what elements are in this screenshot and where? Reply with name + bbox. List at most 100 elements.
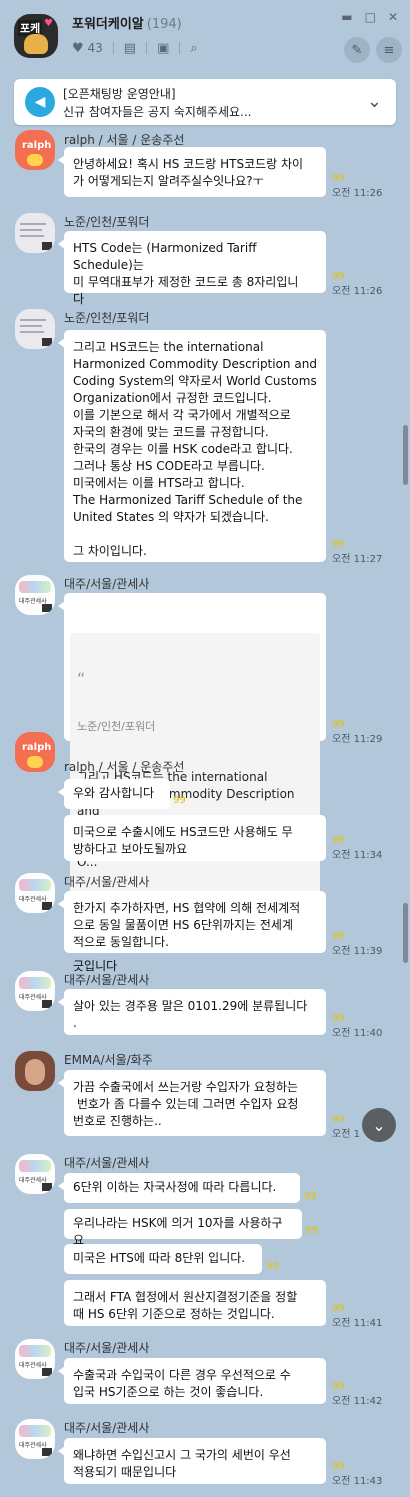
message-time: 오전 11:26 — [332, 188, 383, 199]
window-controls: ▬ □ ✕ — [341, 10, 398, 24]
message-bubble[interactable]: 미국으로 수출시에도 HS코드만 사용해도 무 방하다고 보아도될까요 — [64, 815, 326, 861]
message-bubble[interactable]: HTS Code는 (Harmonized Tariff Schedule)는 … — [58, 231, 326, 306]
message-bubble[interactable]: 미국은 HTS에 따라 8단위 입니다. — [64, 1244, 262, 1274]
notice-text: 신규 참여자들은 공지 숙지해주세요... — [63, 105, 252, 119]
menu-button[interactable]: ≡ — [376, 37, 402, 63]
message-meta: 99 오전 11:41 — [332, 1303, 382, 1329]
search-icon[interactable]: ⌕ — [190, 42, 197, 55]
message-bubble[interactable]: 왜냐하면 수입신고시 그 국가의 세번이 우선 적용되기 때문입니다 — [58, 1438, 326, 1484]
message-bubble[interactable]: 그리고 HS코드는 the international Harmonized C… — [58, 330, 326, 562]
reply-icon[interactable]: 99 — [332, 1461, 382, 1472]
reply-icon[interactable]: 99 — [332, 931, 382, 942]
message-meta: 99 오전 11:42 — [332, 1381, 382, 1407]
reply-icon[interactable]: 99 — [304, 1191, 317, 1202]
sender-name: 대주/서울/관세사 — [64, 1421, 150, 1435]
heart-icon: ♥ — [72, 41, 84, 56]
message-meta: 99 오전 1 — [332, 1114, 360, 1140]
message-time: 오전 11:27 — [332, 554, 383, 565]
message-bubble[interactable]: 안녕하세요! 혹시 HS 코드랑 HTS코드랑 차이 가 어떻게되는지 알려주실… — [58, 147, 326, 197]
reply-icon[interactable]: 99 — [332, 1114, 360, 1125]
message-bubble[interactable]: “ 노준/인천/포워더 그리고 HS코드는 the international … — [58, 593, 326, 973]
avatar[interactable]: 대주관세사 — [15, 1154, 55, 1194]
sender-name: ralph / 서울 / 운송주선 — [64, 760, 185, 774]
room-name: 포워더케이알 — [72, 17, 144, 32]
sender-name: 대주/서울/관세사 — [64, 973, 150, 987]
message-time: 오전 1 — [332, 1129, 360, 1140]
message-time: 오전 11:42 — [332, 1396, 383, 1407]
reply-icon[interactable]: 99 — [332, 271, 382, 282]
message-bubble[interactable]: 6단위 이하는 자국사정에 따라 다릅니다. — [58, 1173, 300, 1203]
message-meta: 99 오전 11:26 — [332, 271, 382, 297]
message-meta: 99 — [266, 1261, 279, 1272]
reply-icon[interactable]: 99 — [332, 173, 382, 184]
avatar[interactable]: 대주관세사 — [15, 1419, 55, 1459]
avatar[interactable] — [15, 309, 55, 349]
reply-icon[interactable]: 99 — [332, 835, 382, 846]
message-meta: 99 오전 11:39 — [332, 931, 382, 957]
message-time: 오전 11:41 — [332, 1318, 383, 1329]
message-time: 오전 11:26 — [332, 286, 383, 297]
maximize-icon[interactable]: □ — [365, 10, 376, 24]
message-meta: 99 — [173, 795, 186, 806]
message-bubble[interactable]: 수출국과 수입국이 다른 경우 우선적으로 수 입국 HS기준으로 하는 것이 … — [58, 1358, 326, 1404]
sender-name: 노준/인천/포워더 — [64, 311, 150, 325]
notification-off-button[interactable]: ✎ — [344, 37, 370, 63]
quote-icon: “ — [77, 669, 86, 688]
notice-banner[interactable]: ◀ [오픈채팅방 운영안내] 신규 참여자들은 공지 숙지해주세요... ⌄ — [14, 79, 396, 125]
chat-header: 포케 ♥ 포워더케이알 (194) ♥ 43 ▤ ▣ ⌕ ▬ □ ✕ ✎ ≡ — [0, 0, 410, 70]
scrollbar-thumb[interactable] — [403, 425, 408, 485]
message-time: 오전 11:40 — [332, 1028, 383, 1039]
message-meta: 99 오전 11:26 — [332, 173, 382, 199]
toolbar-divider — [112, 42, 114, 54]
reply-icon[interactable]: 99 — [305, 1225, 318, 1236]
avatar[interactable] — [15, 213, 55, 253]
reply-icon[interactable]: 99 — [332, 719, 382, 730]
sender-name: 대주/서울/관세사 — [64, 875, 150, 889]
heart-decoration-icon: ♥ — [44, 18, 53, 29]
minimize-icon[interactable]: ▬ — [341, 10, 352, 24]
avatar[interactable]: ralph — [15, 130, 55, 170]
chevron-down-icon[interactable]: ⌄ — [367, 91, 382, 112]
message-bubble[interactable]: 살아 있는 경주용 말은 0101.29에 분류됩니다 . — [58, 989, 326, 1035]
sender-name: 대주/서울/관세사 — [64, 1156, 150, 1170]
message-meta: 99 — [305, 1225, 318, 1236]
avatar[interactable]: 대주관세사 — [15, 873, 55, 913]
message-bubble[interactable]: 우와 감사합니다 — [58, 779, 170, 809]
bell-off-icon: ✎ — [351, 42, 363, 58]
reply-icon[interactable]: 99 — [266, 1261, 279, 1272]
quote-author: 노준/인천/포워더 — [77, 720, 156, 733]
reply-icon[interactable]: 99 — [332, 539, 382, 550]
close-icon[interactable]: ✕ — [388, 10, 398, 24]
reply-icon[interactable]: 99 — [332, 1013, 382, 1024]
reply-icon[interactable]: 99 — [173, 795, 186, 806]
room-avatar[interactable]: 포케 ♥ — [14, 14, 58, 58]
message-time: 오전 11:34 — [332, 850, 383, 861]
avatar[interactable]: ralph — [15, 732, 55, 772]
message-bubble[interactable]: 그래서 FTA 협정에서 원산지결정기준을 정할 때 HS 6단위 기준으로 정… — [64, 1280, 326, 1326]
album-icon[interactable]: ▣ — [157, 42, 169, 55]
scroll-down-icon[interactable]: ⌄ — [362, 1108, 396, 1142]
message-meta: 99 오전 11:40 — [332, 1013, 382, 1039]
reply-icon[interactable]: 99 — [332, 1303, 382, 1314]
message-time: 오전 11:43 — [332, 1476, 383, 1487]
member-count: (194) — [146, 17, 182, 32]
notes-icon[interactable]: ▤ — [124, 42, 136, 55]
message-meta: 99 오전 11:43 — [332, 1461, 382, 1487]
sender-name: 대주/서울/관세사 — [64, 1341, 150, 1355]
avatar[interactable]: 대주관세사 — [15, 971, 55, 1011]
scrollbar-thumb[interactable] — [403, 903, 408, 963]
like-button[interactable]: ♥ 43 — [72, 41, 103, 55]
notice-title: [오픈채팅방 운영안내] — [63, 87, 176, 101]
sender-name: 대주/서울/관세사 — [64, 577, 150, 591]
message-bubble[interactable]: 우리나라는 HSK에 의거 10자를 사용하구요 — [64, 1209, 302, 1247]
avatar[interactable] — [15, 1051, 55, 1091]
message-bubble[interactable]: 가끔 수출국에서 쓰는거랑 수입자가 요청하는 번호가 좀 다를수 있는데 그러… — [58, 1070, 326, 1136]
sender-name: EMMA/서울/화주 — [64, 1053, 153, 1067]
reply-icon[interactable]: 99 — [332, 1381, 382, 1392]
sender-name: 노준/인천/포워더 — [64, 215, 150, 229]
sender-name: ralph / 서울 / 운송주선 — [64, 133, 185, 147]
avatar[interactable]: 대주관세사 — [15, 1339, 55, 1379]
avatar[interactable]: 대주관세사 — [15, 575, 55, 615]
character-illustration — [24, 34, 48, 54]
message-bubble[interactable]: 한가지 추가하자면, HS 협약에 의해 전세계적 으로 동일 물품이면 HS … — [58, 891, 326, 953]
